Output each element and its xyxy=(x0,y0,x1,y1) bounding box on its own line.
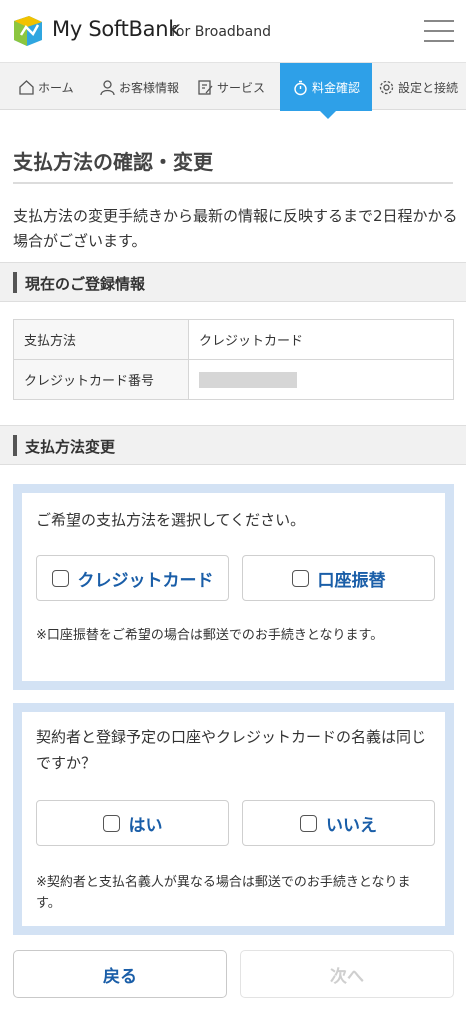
brand-subtitle: for Broadband xyxy=(171,24,272,40)
gear-icon xyxy=(379,80,394,94)
nav-item-settings[interactable]: 設定と接続 xyxy=(378,63,458,111)
nav-item-customer-info[interactable]: お客様情報 xyxy=(99,63,179,111)
back-button[interactable]: 戻る xyxy=(13,950,227,998)
masked-card-number xyxy=(199,371,297,388)
same-name-question: 契約者と登録予定の口座やクレジットカードの名義は同じですか？ xyxy=(36,728,427,772)
table-cell-value xyxy=(188,359,454,400)
option-label: クレジットカード xyxy=(77,570,214,591)
nav-item-label: 設定と接続 xyxy=(398,80,459,95)
section-heading-text: 現在のご登録情報 xyxy=(25,275,146,293)
nav-item-label: 料金確認 xyxy=(311,80,360,95)
same-name-panel: 契約者と登録予定の口座やクレジットカードの名義は同じですか？ はい いいえ ※契… xyxy=(13,703,454,935)
heading-bar xyxy=(13,435,17,456)
section-heading-text: 支払方法変更 xyxy=(25,438,116,456)
payment-method-note: ※口座振替をご希望の場合は郵送でのお手続きとなります。 xyxy=(36,628,384,643)
title-divider xyxy=(13,182,453,184)
table-cell-label: クレジットカード番号 xyxy=(13,359,189,400)
softbank-logo-icon[interactable] xyxy=(11,13,45,49)
checkbox-icon[interactable] xyxy=(51,569,69,587)
option-bank-transfer-button[interactable]: 口座振替 xyxy=(242,555,435,601)
option-label: いいえ xyxy=(326,815,377,836)
current-info-table: 支払方法 クレジットカード クレジットカード番号 xyxy=(13,319,454,400)
page-title: 支払方法の確認・変更 xyxy=(13,150,213,174)
option-label: 口座振替 xyxy=(317,570,386,591)
app-header: My SoftBank for Broadband xyxy=(0,0,466,62)
section-heading-change: 支払方法変更 xyxy=(0,425,466,465)
panel-body: 契約者と登録予定の口座やクレジットカードの名義は同じですか？ はい いいえ ※契… xyxy=(22,712,445,926)
table-cell-value: クレジットカード xyxy=(188,319,454,360)
edit-document-icon xyxy=(198,79,213,95)
same-name-note: ※契約者と支払名義人が異なる場合は郵送でのお手続きとなります。 xyxy=(36,875,411,911)
option-yes-button[interactable]: はい xyxy=(36,800,229,846)
table-row: クレジットカード番号 xyxy=(13,359,454,400)
checkbox-icon[interactable] xyxy=(102,814,120,832)
global-nav: ホーム お客様情報 サービス 料金確認 設定と接続 xyxy=(0,62,466,111)
active-nav-indicator xyxy=(319,110,337,119)
payment-method-question: ご希望の支払方法を選択してください。 xyxy=(36,511,306,529)
stopwatch-icon xyxy=(294,80,307,95)
panel-body: ご希望の支払方法を選択してください。 クレジットカード 口座振替 ※口座振替をご… xyxy=(22,493,445,681)
next-button[interactable]: 次へ xyxy=(240,950,454,998)
nav-item-label: サービス xyxy=(217,80,266,95)
brand-name: My SoftBank xyxy=(52,17,181,41)
heading-bar xyxy=(13,272,17,293)
option-no-button[interactable]: いいえ xyxy=(242,800,435,846)
table-row: 支払方法 クレジットカード xyxy=(13,319,454,360)
nav-item-home[interactable]: ホーム xyxy=(18,63,74,111)
checkbox-icon[interactable] xyxy=(300,814,317,832)
section-heading-current-info: 現在のご登録情報 xyxy=(0,262,466,302)
nav-item-label: お客様情報 xyxy=(119,80,180,95)
nav-item-label: ホーム xyxy=(38,80,74,95)
nav-item-billing[interactable]: 料金確認 xyxy=(280,63,372,111)
table-cell-label: 支払方法 xyxy=(13,319,189,360)
option-label: はい xyxy=(128,815,163,836)
option-credit-card-button[interactable]: クレジットカード xyxy=(36,555,229,601)
notice-text: 支払方法の変更手続きから最新の情報に反映するまで2日程かかる場合がございます。 xyxy=(13,207,458,250)
nav-item-service[interactable]: サービス xyxy=(197,63,265,111)
payment-method-panel: ご希望の支払方法を選択してください。 クレジットカード 口座振替 ※口座振替をご… xyxy=(13,484,454,690)
person-icon xyxy=(100,79,115,95)
menu-icon[interactable] xyxy=(424,20,454,44)
checkbox-icon[interactable] xyxy=(291,569,309,587)
home-icon xyxy=(19,79,34,95)
